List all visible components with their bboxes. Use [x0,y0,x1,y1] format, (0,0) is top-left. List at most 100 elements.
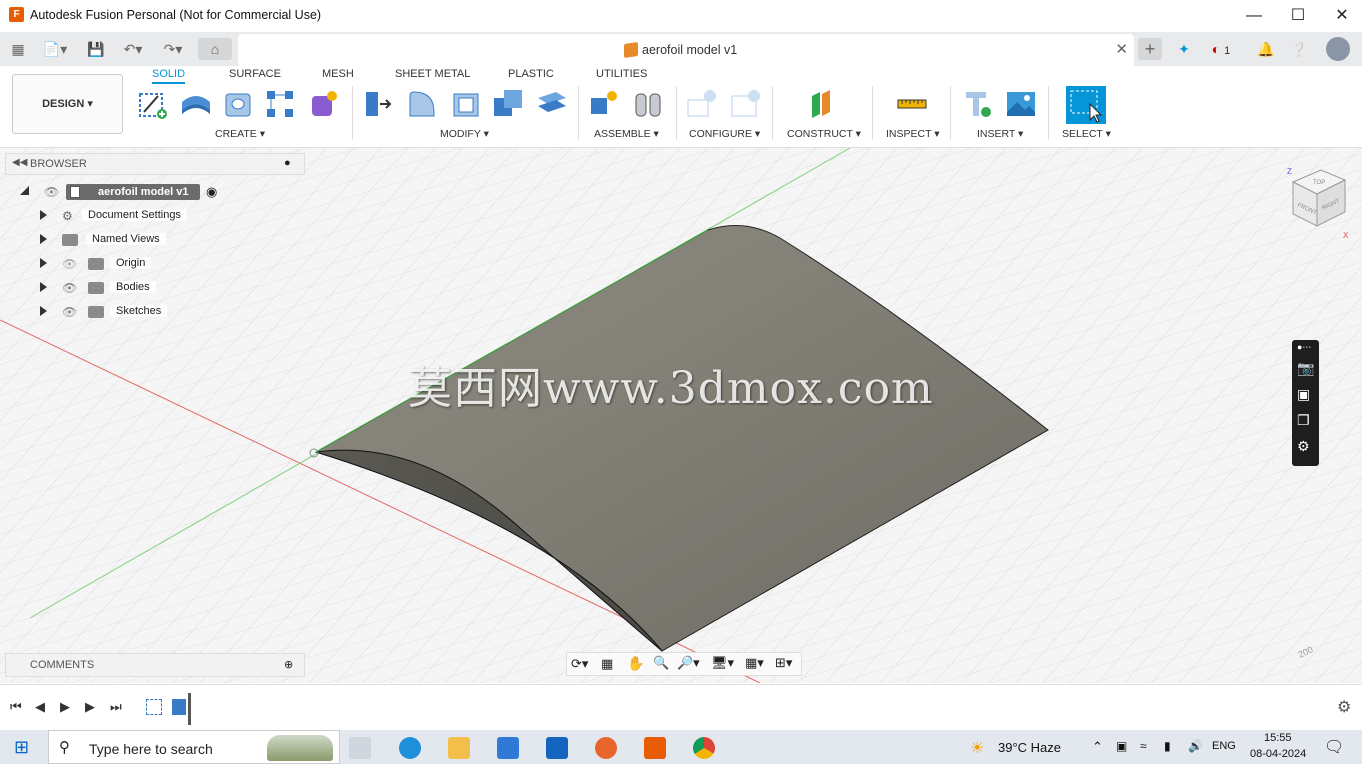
maximize-icon[interactable]: ☐ [1278,4,1318,28]
tab-solid[interactable]: SOLID [152,68,186,84]
show-hidden-icons-icon[interactable]: ⌃ [1092,739,1103,755]
browser-minimize-icon[interactable]: ● [284,157,291,169]
select-group-menu[interactable]: SELECT ▾ [1062,128,1111,140]
expand-triangle-icon[interactable] [40,282,47,292]
tab-surface[interactable]: SURFACE [229,68,281,80]
configure-rule-icon[interactable] [730,88,762,120]
pan-hand-icon[interactable]: ✋ [627,655,644,672]
wifi-icon[interactable]: ≈ [1140,739,1147,753]
expand-triangle-icon[interactable] [40,210,47,220]
firefox-icon[interactable] [595,737,617,759]
timeline-extrude-feature-icon[interactable] [172,699,186,715]
windows-icon[interactable]: ❐ [1297,412,1310,429]
document-tab[interactable]: aerofoil model v1 ✕ [238,34,1134,66]
notifications-bell-icon[interactable]: 🔔 [1256,38,1276,60]
hidden-eye-icon[interactable]: 👁 [62,257,77,271]
job-status-icon[interactable]: ◐ 1 [1206,38,1236,60]
offset-face-icon[interactable] [536,88,568,120]
collapse-triangle-icon[interactable] [20,186,29,195]
tab-sheet-metal[interactable]: SHEET METAL [395,68,470,80]
expand-triangle-icon[interactable] [40,258,47,268]
extensions-icon[interactable]: ✦ [1174,38,1194,60]
browser-panel-header[interactable]: ◀◀ BROWSER ● [5,153,305,175]
insert-derive-icon[interactable] [962,88,994,120]
file-menu-icon[interactable]: 📄▾ [40,38,70,60]
browser-root-item[interactable]: 👁 aerofoil model v1 ◉ [20,182,230,202]
weather-text[interactable]: 39°C Haze [998,740,1061,755]
timeline-sketch-feature-icon[interactable] [146,699,162,715]
file-explorer-icon[interactable] [448,737,470,759]
home-icon[interactable]: ⌂ [198,38,232,60]
close-tab-icon[interactable]: ✕ [1115,40,1128,58]
fit-zoom-icon[interactable]: 🔎▾ [677,655,700,671]
video-icon[interactable]: ▣ [1297,386,1310,403]
mail-icon[interactable] [546,737,568,759]
browser-item-document-settings[interactable]: ⚙ Document Settings [40,206,240,226]
modify-group-menu[interactable]: MODIFY ▾ [440,128,489,140]
inspect-group-menu[interactable]: INSPECT ▾ [886,128,940,140]
timeline-marker[interactable] [188,693,191,725]
display-settings-icon[interactable]: 🖥▾ [711,655,734,671]
combine-icon[interactable] [492,88,524,120]
workspace-switcher-button[interactable]: DESIGN ▾ [12,74,123,134]
look-at-icon[interactable]: ▦ [601,656,613,672]
configure-group-menu[interactable]: CONFIGURE ▾ [689,128,760,140]
new-tab-icon[interactable]: + [1138,38,1162,60]
expand-triangle-icon[interactable] [40,306,47,316]
fusion-taskbar-icon[interactable] [644,737,666,759]
comments-panel-header[interactable]: COMMENTS ⊕ [5,653,305,677]
task-view-icon[interactable] [349,737,371,759]
notification-center-icon[interactable]: 🗨 [1324,737,1344,757]
help-icon[interactable]: ❔ [1289,38,1309,60]
create-sketch-icon[interactable] [138,88,170,120]
tab-plastic[interactable]: PLASTIC [508,68,554,80]
clock-date[interactable]: 08-04-2024 [1250,748,1306,760]
browser-item-sketches[interactable]: 👁 Sketches [40,302,240,322]
eye-icon[interactable]: 👁 [62,305,77,319]
insert-group-menu[interactable]: INSERT ▾ [977,128,1023,140]
redo-icon[interactable]: ↷▾ [158,38,188,60]
joint-icon[interactable] [632,88,664,120]
browser-item-origin[interactable]: 👁 Origin [40,254,240,274]
save-icon[interactable]: 💾 [86,38,106,60]
insert-canvas-icon[interactable] [1005,88,1037,120]
viewcube[interactable]: TOP FRONT RIGHT Z X [1283,160,1353,240]
browser-item-bodies[interactable]: 👁 Bodies [40,278,240,298]
close-icon[interactable]: ✕ [1322,4,1362,28]
configure-table-icon[interactable] [686,88,718,120]
play-icon[interactable]: ▶ [60,699,70,715]
language-indicator[interactable]: ENG [1212,740,1236,752]
assemble-group-menu[interactable]: ASSEMBLE ▾ [594,128,659,140]
microsoft-store-icon[interactable] [497,737,519,759]
go-to-start-icon[interactable]: ⏮ [10,699,22,715]
taskbar-search-box[interactable]: ⚲ Type here to search [48,730,340,764]
timeline-settings-gear-icon[interactable]: ⚙ [1337,697,1351,717]
meet-now-icon[interactable]: ▣ [1116,739,1127,753]
viewcube-top-label[interactable]: TOP [1313,180,1325,186]
undo-icon[interactable]: ↶▾ [118,38,148,60]
volume-icon[interactable]: 🔊 [1188,739,1203,753]
windows-start-icon[interactable]: ⊞ [14,737,29,758]
press-pull-icon[interactable] [362,88,394,120]
eye-icon[interactable]: 👁 [62,281,77,295]
fillet-icon[interactable] [406,88,438,120]
offset-plane-icon[interactable] [806,88,838,120]
collapse-browser-icon[interactable]: ◀◀ [12,157,27,168]
step-forward-icon[interactable]: ▶ [85,699,95,715]
tab-utilities[interactable]: UTILITIES [596,68,647,80]
avatar[interactable] [1326,37,1350,61]
more-options-icon[interactable]: ●⋯ [1297,342,1311,353]
create-form-icon[interactable] [308,88,340,120]
zoom-icon[interactable]: 🔍 [653,655,669,671]
orbit-icon[interactable]: ⟳▾ [571,656,588,672]
step-back-icon[interactable]: ◀ [35,699,45,715]
hole-icon[interactable] [222,88,254,120]
extrude-icon[interactable] [180,88,212,120]
add-comment-icon[interactable]: ⊕ [284,658,293,671]
shell-icon[interactable] [450,88,482,120]
grid-settings-icon[interactable]: ▦▾ [745,655,764,671]
go-to-end-icon[interactable]: ⏭ [110,699,122,715]
settings-gear-icon[interactable]: ⚙ [1297,438,1310,455]
pattern-icon[interactable] [264,88,296,120]
create-group-menu[interactable]: CREATE ▾ [215,128,265,140]
